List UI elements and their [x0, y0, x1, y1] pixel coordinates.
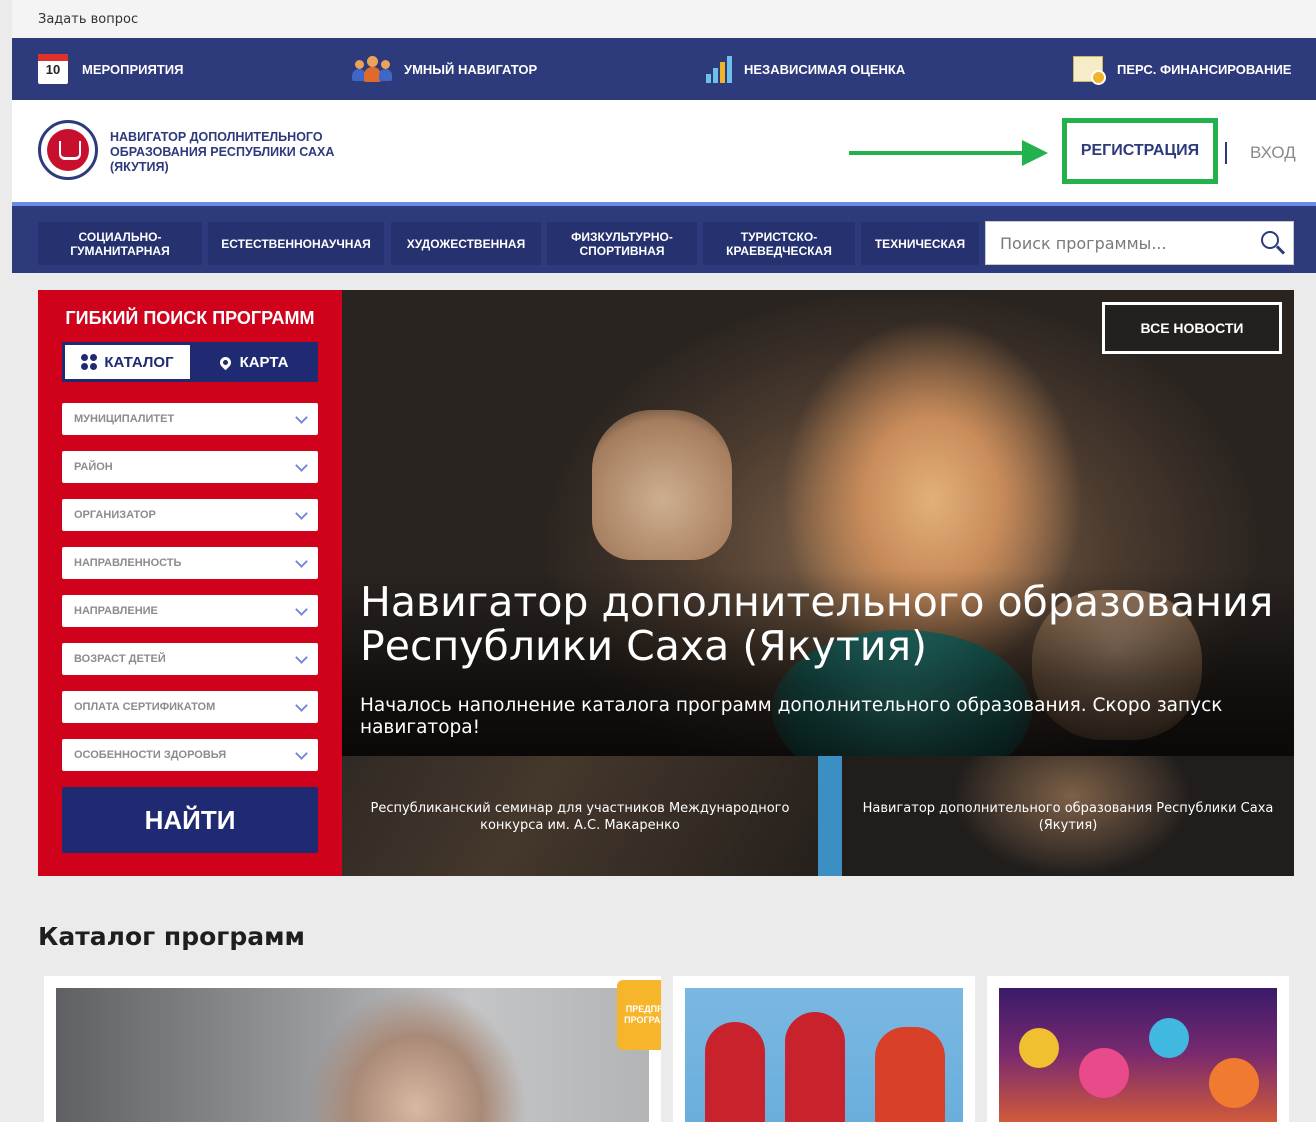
page: Задать вопрос 10 МЕРОПРИЯТИЯ УМНЫЙ НАВИГ… [12, 0, 1316, 1122]
hero-photo-detail [592, 410, 732, 560]
hero-subtitle: Началось наполнение каталога программ до… [360, 695, 1223, 738]
find-button[interactable]: НАЙТИ [62, 787, 318, 853]
chevron-down-icon [295, 699, 308, 712]
search-box [985, 221, 1294, 265]
tab-catalog-label: КАТАЛОГ [104, 353, 174, 371]
select-label: НАПРАВЛЕНИЕ [74, 605, 158, 617]
grid-icon [81, 354, 98, 370]
tab-catalog[interactable]: КАТАЛОГ [65, 345, 190, 379]
search-input[interactable] [998, 232, 1242, 254]
program-image [685, 988, 963, 1122]
nav-smart-navigator-label: УМНЫЙ НАВИГАТОР [404, 61, 538, 77]
select-label: ВОЗРАСТ ДЕТЕЙ [74, 653, 166, 665]
select-municipality[interactable]: МУНИЦИПАЛИТЕТ [62, 403, 318, 435]
select-direction[interactable]: НАПРАВЛЕНИЕ [62, 595, 318, 627]
news-card-navigator[interactable]: Навигатор дополнительного образования Ре… [842, 756, 1294, 876]
nav-events-label: МЕРОПРИЯТИЯ [82, 61, 184, 77]
program-card[interactable] [673, 976, 975, 1122]
preprof-badge: ПРЕДПРОФ. ПРОГРАММА [617, 980, 661, 1050]
chevron-down-icon [295, 555, 308, 568]
program-card[interactable] [987, 976, 1289, 1122]
top-nav: 10 МЕРОПРИЯТИЯ УМНЫЙ НАВИГАТОР НЕЗАВИСИМ… [12, 38, 1316, 100]
ask-question-link[interactable]: Задать вопрос [38, 12, 138, 27]
program-image [56, 988, 649, 1122]
tab-map[interactable]: КАРТА [192, 345, 316, 379]
news-card-seminar[interactable]: Республиканский семинар для участников М… [342, 756, 818, 876]
news-title: Навигатор дополнительного образования Ре… [862, 801, 1274, 833]
people-icon [352, 56, 392, 82]
category-science[interactable]: ЕСТЕСТВЕННОНАУЧНАЯ [208, 222, 384, 265]
emblem-logo[interactable] [38, 120, 98, 180]
chevron-down-icon [295, 411, 308, 424]
calendar-icon: 10 [38, 54, 68, 84]
ask-bar: Задать вопрос [12, 0, 1316, 38]
arrow-annotation-line [849, 151, 1025, 155]
select-district[interactable]: РАЙОН [62, 451, 318, 483]
chevron-down-icon [295, 507, 308, 520]
search-icon[interactable] [1261, 231, 1279, 249]
select-age[interactable]: ВОЗРАСТ ДЕТЕЙ [62, 643, 318, 675]
chevron-down-icon [295, 747, 308, 760]
map-pin-icon [217, 354, 233, 370]
select-label: ОПЛАТА СЕРТИФИКАТОМ [74, 701, 216, 713]
register-link[interactable]: РЕГИСТРАЦИЯ [1081, 142, 1199, 160]
category-tourism[interactable]: ТУРИСТСКО-КРАЕВЕДЧЕСКАЯ [703, 222, 855, 265]
chart-icon [706, 55, 732, 83]
program-card[interactable]: ПРЕДПРОФ. ПРОГРАММА [44, 976, 661, 1122]
hero-title: Навигатор дополнительного образования Ре… [360, 578, 1274, 670]
catalog-title: Каталог программ [38, 922, 305, 951]
nav-smart-navigator[interactable]: УМНЫЙ НАВИГАТОР [352, 56, 537, 82]
category-sport[interactable]: ФИЗКУЛЬТУРНО-СПОРТИВНАЯ [547, 222, 697, 265]
arrow-annotation-head [1022, 140, 1048, 166]
site-header: НАВИГАТОР ДОПОЛНИТЕЛЬНОГО ОБРАЗОВАНИЯ РЕ… [12, 100, 1316, 202]
select-health[interactable]: ОСОБЕННОСТИ ЗДОРОВЬЯ [62, 739, 318, 771]
chevron-down-icon [295, 651, 308, 664]
news-divider [818, 756, 842, 876]
news-title: Республиканский семинар для участников М… [370, 801, 790, 833]
site-brand[interactable]: НАВИГАТОР ДОПОЛНИТЕЛЬНОГО ОБРАЗОВАНИЯ РЕ… [110, 130, 370, 175]
nav-events[interactable]: 10 МЕРОПРИЯТИЯ [38, 54, 183, 84]
view-toggle: КАТАЛОГ КАРТА [62, 342, 318, 382]
nav-personal-funding-label: ПЕРС. ФИНАНСИРОВАНИЕ [1117, 61, 1292, 77]
category-bar: СОЦИАЛЬНО-ГУМАНИТАРНАЯ ЕСТЕСТВЕННОНАУЧНА… [12, 202, 1316, 273]
nav-independent-rating[interactable]: НЕЗАВИСИМАЯ ОЦЕНКА [706, 55, 905, 83]
select-label: ОРГАНИЗАТОР [74, 509, 156, 521]
filter-panel: ГИБКИЙ ПОИСК ПРОГРАММ КАТАЛОГ КАРТА МУНИ… [38, 290, 342, 876]
category-art[interactable]: ХУДОЖЕСТВЕННАЯ [391, 222, 541, 265]
select-focus[interactable]: НАПРАВЛЕННОСТЬ [62, 547, 318, 579]
certificate-icon [1073, 56, 1106, 85]
nav-independent-rating-label: НЕЗАВИСИМАЯ ОЦЕНКА [744, 61, 906, 77]
all-news-button[interactable]: ВСЕ НОВОСТИ [1102, 302, 1282, 354]
nav-personal-funding[interactable]: ПЕРС. ФИНАНСИРОВАНИЕ [1073, 56, 1292, 85]
chevron-down-icon [295, 603, 308, 616]
header-divider [1225, 142, 1227, 164]
calendar-day: 10 [45, 62, 61, 77]
select-label: РАЙОН [74, 461, 113, 473]
select-organizer[interactable]: ОРГАНИЗАТОР [62, 499, 318, 531]
select-label: МУНИЦИПАЛИТЕТ [74, 413, 175, 425]
filter-title: ГИБКИЙ ПОИСК ПРОГРАММ [65, 308, 315, 328]
select-label: НАПРАВЛЕННОСТЬ [74, 557, 182, 569]
tab-map-label: КАРТА [239, 353, 289, 371]
select-label: ОСОБЕННОСТИ ЗДОРОВЬЯ [74, 749, 227, 761]
register-highlight: РЕГИСТРАЦИЯ [1062, 118, 1218, 184]
program-image [999, 988, 1277, 1122]
category-technical[interactable]: ТЕХНИЧЕСКАЯ [861, 222, 979, 265]
hero-banner[interactable]: ВСЕ НОВОСТИ Навигатор дополнительного об… [342, 290, 1294, 756]
select-certificate-payment[interactable]: ОПЛАТА СЕРТИФИКАТОМ [62, 691, 318, 723]
chevron-down-icon [295, 459, 308, 472]
category-social[interactable]: СОЦИАЛЬНО-ГУМАНИТАРНАЯ [38, 222, 202, 265]
login-link[interactable]: ВХОД [1250, 143, 1296, 163]
